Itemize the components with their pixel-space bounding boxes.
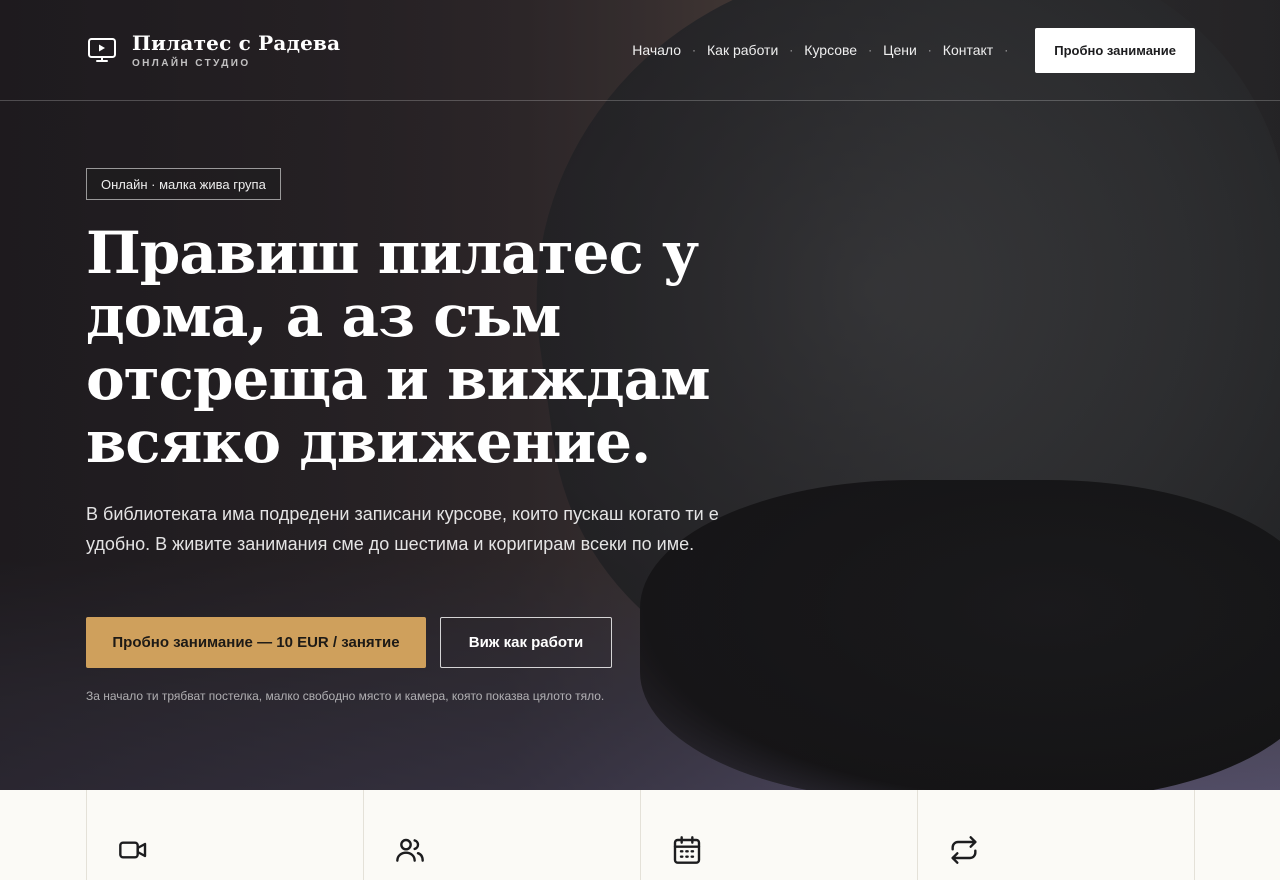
trial-class-button[interactable]: Пробно занимание — 10 EUR / занятие: [86, 617, 426, 668]
nav-item-home[interactable]: Начало: [632, 42, 681, 58]
nav-separator: ·: [789, 43, 794, 57]
monitor-play-icon: [86, 34, 118, 66]
nav-item-how-it-works[interactable]: Как работи: [707, 42, 778, 58]
calendar-icon: [671, 834, 917, 866]
nav-separator: ·: [868, 43, 873, 57]
brand-subtitle: ОНЛАЙН СТУДИО: [132, 57, 251, 69]
features-strip: [86, 790, 1195, 880]
feature-card: [87, 790, 364, 880]
trial-class-nav-button[interactable]: Пробно занимание: [1035, 27, 1195, 73]
hero-badge: Онлайн · малка жива група: [86, 168, 281, 200]
nav-item-contact[interactable]: Контакт: [943, 42, 993, 58]
repeat-icon: [948, 834, 1194, 866]
nav-separator: ·: [692, 43, 697, 57]
brand-logo[interactable]: Пилатес с Радева ОНЛАЙН СТУДИО: [86, 32, 340, 69]
feature-card: [641, 790, 918, 880]
users-icon: [394, 834, 640, 866]
feature-card: [364, 790, 641, 880]
nav-separator: ·: [1004, 43, 1009, 57]
how-it-works-button[interactable]: Виж как работи: [440, 617, 612, 668]
nav-item-courses[interactable]: Курсове: [804, 42, 857, 58]
main-nav: Начало · Как работи · Курсове · Цени · К…: [632, 27, 1195, 73]
video-camera-icon: [117, 834, 363, 866]
feature-card: [918, 790, 1195, 880]
nav-item-prices[interactable]: Цени: [883, 42, 917, 58]
site-header: Пилатес с Радева ОНЛАЙН СТУДИО Начало · …: [0, 0, 1280, 101]
brand-title: Пилатес с Радева: [132, 30, 341, 55]
hero-requirements-note: За начало ти трябват постелка, малко сво…: [86, 689, 605, 703]
hero-headline: Правиш пилатес у дома, а аз съм отсреща …: [86, 219, 711, 476]
hero-section: Пилатес с Радева ОНЛАЙН СТУДИО Начало · …: [0, 0, 1280, 790]
nav-separator: ·: [927, 43, 932, 57]
hero-lead: В библиотеката има подредени записани ку…: [86, 504, 719, 554]
